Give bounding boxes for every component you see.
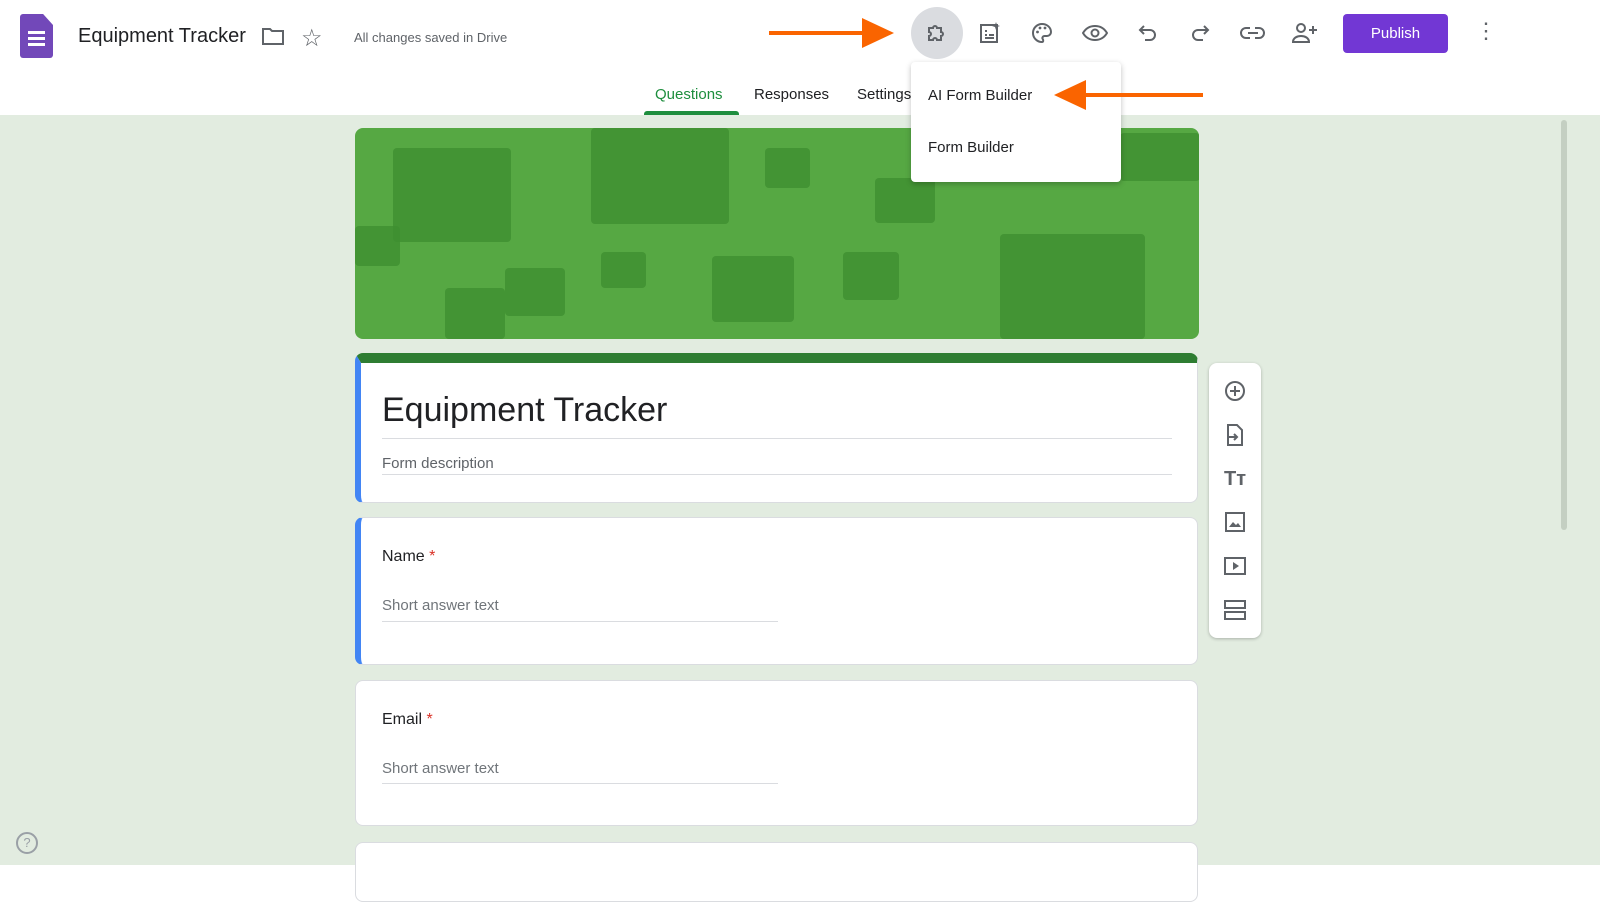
preview-eye-icon[interactable] [1075, 13, 1115, 53]
help-icon[interactable]: ? [16, 832, 38, 854]
more-options-icon[interactable]: ⋮ [1475, 18, 1497, 44]
link-icon[interactable] [1233, 13, 1273, 53]
menu-item-form-builder[interactable]: Form Builder [928, 139, 1014, 156]
answer-underline [382, 783, 778, 784]
form-title-card[interactable]: Equipment Tracker Form description [355, 353, 1198, 503]
undo-icon[interactable] [1128, 13, 1168, 53]
page-scrollbar[interactable] [1561, 120, 1567, 530]
annotation-arrowhead-right [862, 18, 894, 48]
ai-form-icon[interactable] [970, 13, 1010, 53]
add-video-icon[interactable] [1222, 553, 1248, 579]
add-section-icon[interactable] [1222, 597, 1248, 623]
question-label: Email * [382, 711, 433, 729]
question-title: Email [382, 711, 423, 728]
required-asterisk: * [429, 548, 436, 565]
addons-puzzle-button[interactable] [911, 7, 963, 59]
tab-responses[interactable]: Responses [754, 86, 829, 103]
tab-questions[interactable]: Questions [655, 86, 723, 103]
form-title[interactable]: Equipment Tracker [382, 391, 667, 430]
add-image-icon[interactable] [1222, 509, 1248, 535]
question-label: Name * [382, 548, 435, 566]
add-collaborator-icon[interactable] [1285, 13, 1325, 53]
star-icon[interactable]: ☆ [301, 24, 323, 53]
annotation-arrow-right [769, 31, 869, 35]
add-title-text-icon[interactable]: Tт [1222, 466, 1248, 492]
question-toolbar: Tт [1209, 363, 1261, 638]
addons-menu: AI Form Builder Form Builder [911, 62, 1121, 182]
add-question-icon[interactable] [1222, 378, 1248, 404]
required-asterisk: * [426, 711, 433, 728]
short-answer-placeholder: Short answer text [382, 597, 499, 614]
menu-item-ai-form-builder[interactable]: AI Form Builder [928, 87, 1032, 104]
tab-settings[interactable]: Settings [857, 86, 911, 103]
title-underline [382, 438, 1172, 439]
question-card-partial[interactable] [355, 842, 1198, 902]
annotation-arrowhead-left [1054, 80, 1086, 110]
answer-underline [382, 621, 778, 622]
import-questions-icon[interactable] [1222, 422, 1248, 448]
palette-icon[interactable] [1022, 13, 1062, 53]
folder-icon[interactable] [262, 27, 284, 50]
question-card-email[interactable]: Email * Short answer text [355, 680, 1198, 826]
question-title: Name [382, 548, 425, 565]
redo-icon[interactable] [1180, 13, 1220, 53]
forms-logo-icon[interactable] [20, 14, 53, 58]
save-status: All changes saved in Drive [354, 30, 508, 45]
app-header: Equipment Tracker ☆ All changes saved in… [0, 0, 1600, 115]
document-title[interactable]: Equipment Tracker [78, 25, 246, 48]
question-card-name[interactable]: Name * Short answer text [355, 517, 1198, 665]
short-answer-placeholder: Short answer text [382, 760, 499, 777]
annotation-arrow-left [1080, 93, 1203, 97]
form-description-input[interactable]: Form description [382, 455, 494, 472]
description-underline [382, 474, 1172, 475]
publish-button[interactable]: Publish [1343, 14, 1448, 53]
